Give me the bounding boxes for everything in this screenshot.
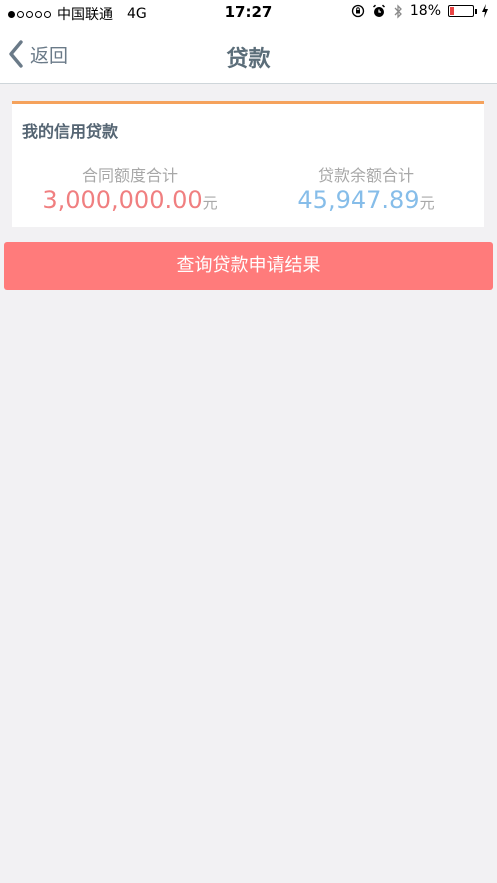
- balance-total-label: 贷款余额合计: [317, 166, 414, 185]
- status-bar: 中国联通 4G 17:27 18%: [0, 0, 497, 26]
- battery-icon: [448, 5, 477, 17]
- battery-percent: 18%: [409, 3, 441, 19]
- balance-total-unit: 元: [419, 194, 435, 212]
- balance-total-value: 45,947.89: [297, 186, 420, 214]
- contract-total: 合同额度合计 3,000,000.00元: [12, 166, 248, 217]
- alarm-icon: [372, 4, 385, 17]
- page-title: 贷款: [226, 47, 271, 72]
- balance-total: 贷款余额合计 45,947.89元: [248, 166, 484, 217]
- contract-total-value: 3,000,000.00: [42, 186, 203, 214]
- navigation-bar: 返回 贷款: [0, 26, 497, 84]
- status-bar-right: 18%: [351, 3, 489, 19]
- contract-total-label: 合同额度合计: [81, 166, 178, 185]
- battery-level-fill: [450, 7, 455, 15]
- card-title: 我的信用贷款: [22, 122, 119, 141]
- charging-icon: [482, 4, 488, 18]
- credit-loan-card: 我的信用贷款 合同额度合计 3,000,000.00元 贷款余额合计 45,94…: [12, 101, 484, 227]
- orientation-lock-icon: [351, 4, 365, 18]
- contract-total-unit: 元: [202, 194, 218, 212]
- bluetooth-icon: [394, 3, 402, 19]
- query-loan-application-button[interactable]: 查询贷款申请结果: [4, 242, 493, 290]
